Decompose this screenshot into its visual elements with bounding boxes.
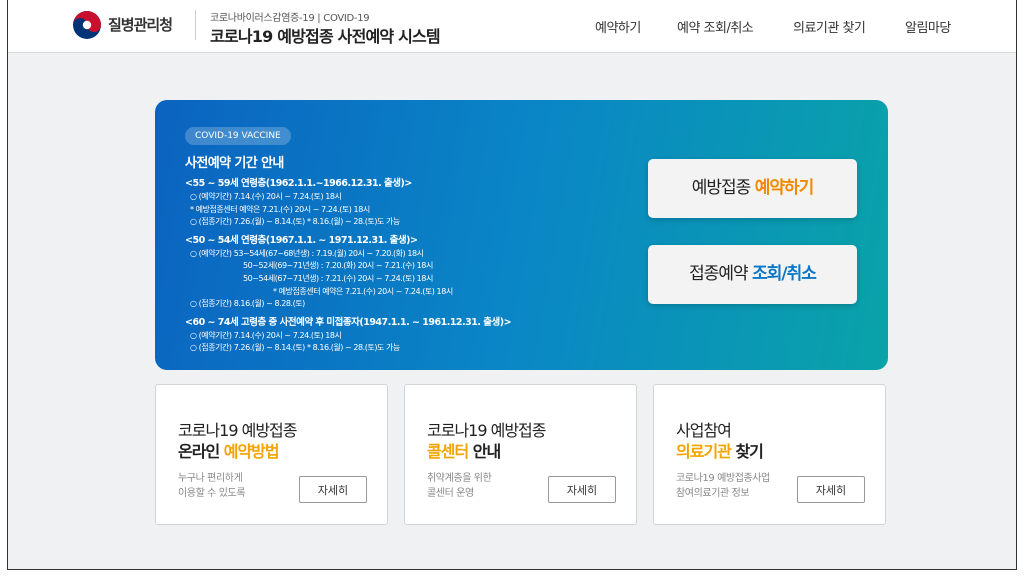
browser-frame: 질병관리청 코로나바이러스감염증-19 | COVID-19 코로나19 예방접…	[7, 0, 1017, 570]
card-title-part: 안내	[468, 442, 501, 461]
group-title-55-59: <55 ~ 59세 연령층(1962.1.1.~1966.12.31. 출생)>	[185, 178, 412, 189]
check-button-accent: 조회/취소	[752, 264, 817, 284]
card-title-part: 찾기	[730, 442, 763, 461]
card-title-part: 온라인	[178, 442, 224, 461]
book-button-accent: 예약하기	[754, 178, 815, 198]
schedule-line: 50~54세(67~71년생) : 7.21.(수) 20시 ~ 7.24.(토…	[243, 273, 433, 283]
site-subtitle: 코로나바이러스감염증-19 | COVID-19	[210, 13, 370, 24]
card-desc: 콜센터 운영	[427, 488, 474, 499]
schedule-line: ○ (접종기간) 7.26.(월) ~ 8.14.(토) * 8.16.(월) …	[190, 217, 400, 227]
book-button-prefix: 예방접종	[691, 178, 755, 198]
schedule-line: ○ (접종기간) 8.16.(월) ~ 8.28.(토)	[190, 299, 305, 309]
check-cancel-button[interactable]: 접종예약 조회/취소	[648, 245, 857, 304]
site-header: 질병관리청 코로나바이러스감염증-19 | COVID-19 코로나19 예방접…	[8, 0, 1016, 53]
nav-book[interactable]: 예약하기	[595, 17, 641, 36]
card-find-clinic: 사업참여 의료기관 찾기 코로나19 예방접종사업 참여의료기관 정보 자세히	[653, 384, 886, 525]
details-button-call-center[interactable]: 자세히	[548, 476, 616, 503]
schedule-info: <55 ~ 59세 연령층(1962.1.1.~1966.12.31. 출생)>…	[185, 176, 625, 355]
card-title-accent: 콜센터	[427, 442, 469, 461]
schedule-line: * 예방접종센터 예약은 7.21.(수) 20시 ~ 7.24.(토) 18시	[190, 204, 370, 214]
card-online-booking-guide: 코로나19 예방접종 온라인 예약방법 누구나 편리하게 이용할 수 있도록 자…	[155, 384, 388, 525]
schedule-line: * 예방접종센터 예약은 7.21.(수) 20시 ~ 7.24.(토) 18시	[273, 286, 453, 296]
group-title-50-54: <50 ~ 54세 연령층(1967.1.1. ~ 1971.12.31. 출생…	[185, 234, 418, 246]
vaccine-badge: COVID-19 VACCINE	[185, 127, 291, 145]
card-title-line2: 콜센터 안내	[427, 438, 501, 462]
nav-check-cancel[interactable]: 예약 조회/취소	[677, 17, 754, 36]
card-title-accent: 의료기관	[676, 442, 732, 461]
schedule-line: ○ (접종기간) 7.26.(월) ~ 8.14.(토) * 8.16.(월) …	[190, 343, 400, 353]
group-title-60-74: <60 ~ 74세 고령층 중 사전예약 후 미접종자(1947.1.1. ~ …	[185, 316, 512, 328]
card-title-accent: 예약방법	[223, 442, 280, 461]
nav-notice[interactable]: 알림마당	[905, 17, 951, 36]
header-divider	[195, 10, 196, 40]
banner-heading: 사전예약 기간 안내	[185, 156, 284, 171]
check-button-prefix: 접종예약	[689, 264, 753, 284]
nav-find-clinic[interactable]: 의료기관 찾기	[793, 17, 866, 36]
site-title[interactable]: 코로나19 예방접종 사전예약 시스템	[210, 23, 441, 47]
card-desc: 참여의료기관 정보	[676, 488, 750, 499]
card-desc: 취약계층을 위한	[427, 473, 492, 484]
org-name[interactable]: 질병관리청	[108, 14, 173, 35]
card-desc: 누구나 편리하게	[178, 473, 243, 484]
schedule-line: ○ (예약기간) 7.14.(수) 20시 ~ 7.24.(토) 18시	[190, 330, 342, 340]
card-title-line2: 온라인 예약방법	[178, 438, 280, 462]
schedule-line: ○ (예약기간) 53~54세(67~68년생) : 7.19.(월) 20시 …	[190, 248, 424, 258]
details-button-find-clinic[interactable]: 자세히	[797, 476, 865, 503]
government-logo-icon[interactable]	[72, 10, 102, 40]
schedule-line: ○ (예약기간) 7.14.(수) 20시 ~ 7.24.(토) 18시	[190, 192, 342, 201]
details-button-booking-guide[interactable]: 자세히	[299, 476, 367, 503]
book-vaccination-button[interactable]: 예방접종 예약하기	[648, 159, 857, 218]
reservation-banner: COVID-19 VACCINE 사전예약 기간 안내 <55 ~ 59세 연령…	[155, 100, 888, 370]
card-title-line2: 의료기관 찾기	[676, 438, 764, 462]
card-call-center: 코로나19 예방접종 콜센터 안내 취약계층을 위한 콜센터 운영 자세히	[404, 384, 637, 525]
schedule-line: 50~52세(69~71년생) : 7.20.(화) 20시 ~ 7.21.(수…	[243, 261, 433, 271]
card-desc: 이용할 수 있도록	[178, 488, 246, 499]
card-desc: 코로나19 예방접종사업	[676, 473, 770, 484]
